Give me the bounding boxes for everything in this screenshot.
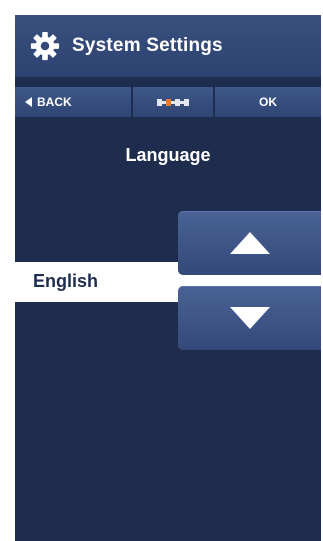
ok-button-label: OK (259, 95, 277, 109)
scroll-down-button[interactable] (178, 286, 321, 350)
back-button[interactable]: BACK (15, 87, 131, 117)
gear-icon (30, 31, 60, 61)
ok-button[interactable]: OK (215, 87, 321, 117)
page-title: System Settings (72, 35, 223, 56)
selected-language-label: English (33, 271, 99, 291)
triangle-down-icon (229, 307, 270, 329)
title-bar: System Settings (15, 15, 321, 77)
device-screen: System Settings BACK OK Language English (15, 15, 321, 541)
progress-step (184, 98, 189, 106)
triangle-up-icon (229, 232, 270, 254)
toolbar: BACK OK (15, 87, 321, 117)
back-arrow-icon (25, 97, 32, 107)
progress-indicator (133, 87, 213, 117)
step-progress (157, 98, 189, 106)
section-title: Language (125, 145, 211, 165)
scroll-up-button[interactable] (178, 211, 321, 275)
back-button-label: BACK (37, 95, 72, 109)
